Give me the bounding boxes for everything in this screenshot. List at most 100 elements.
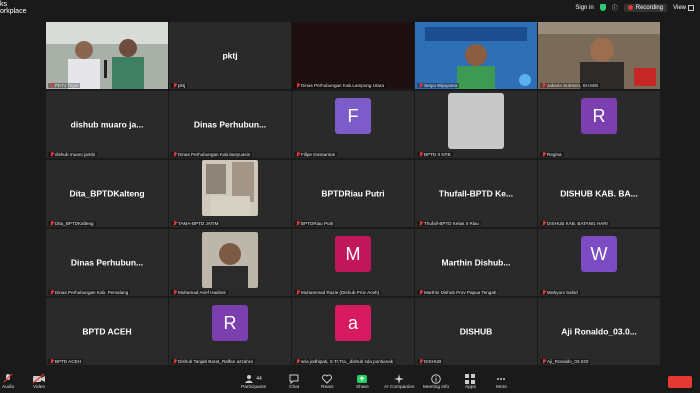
participant-name-label: DISHUB KAB. BATANG HARI xyxy=(540,221,610,226)
participant-tile[interactable]: BPTDRiau Putri BPTDRiau Putri xyxy=(292,160,414,227)
participant-tile[interactable]: F Filipe Dossantos xyxy=(292,91,414,158)
apps-button[interactable]: Apps xyxy=(465,373,476,390)
participant-name-label: PKTJ Tegal xyxy=(48,83,81,88)
participant-tile[interactable]: DISHUB DISHUB xyxy=(415,298,537,365)
participant-display-name: DISHUB xyxy=(459,326,493,336)
participant-label-text: DISHUB KAB. BATANG HARI xyxy=(547,221,608,226)
participant-tile[interactable]: a aria jodhipati, S.Tr.Tra._dishub sda po… xyxy=(292,298,414,365)
avatar: R xyxy=(581,98,617,134)
participant-tile[interactable]: R Dishub Tanjab Barat_Raffan azzahra xyxy=(169,298,291,365)
participant-label-text: Jakaria Sutrisno, SH.MSi xyxy=(547,83,599,88)
participant-tile[interactable]: pktj pktj xyxy=(169,22,291,89)
meeting-info-button[interactable]: Meeting info xyxy=(423,373,449,390)
participant-display-name: Dinas Perhubun... xyxy=(193,119,267,129)
participant-tile[interactable]: W Wahyuni Sahid xyxy=(538,229,660,296)
participant-name-label: Thufall-BPTD Kelas II Riau xyxy=(417,221,481,226)
participant-tile[interactable]: Setya Wijayanta xyxy=(415,22,537,89)
participants-count: 44 xyxy=(256,375,262,382)
mic-muted-icon xyxy=(173,152,177,157)
participant-tile[interactable]: Dinas Perhubun... Dinas Perhubungan Kab. … xyxy=(46,229,168,296)
info-circle-icon xyxy=(431,373,441,384)
participant-tile[interactable]: DISHUB KAB. BA... DISHUB KAB. BATANG HARI xyxy=(538,160,660,227)
participant-label-text: dishub muaro jambi xyxy=(55,152,96,157)
participant-display-name: Aji Ronaldo_03.0... xyxy=(561,326,637,336)
more-label: More xyxy=(496,385,507,390)
avatar: a xyxy=(335,305,371,341)
participant-name-label: BPTD ACEH xyxy=(48,359,84,364)
participant-tile[interactable]: R Regina xyxy=(538,91,660,158)
participant-name-label: DISHUB xyxy=(417,359,444,364)
chat-button[interactable]: Chat xyxy=(289,373,299,390)
participant-name-label: pktj xyxy=(171,83,188,88)
participant-name-label: Jakaria Sutrisno, SH.MSi xyxy=(540,83,601,88)
audio-label: Audio xyxy=(2,385,15,390)
participant-name-label: Setya Wijayanta xyxy=(417,83,460,88)
participants-label: Participants xyxy=(241,385,267,390)
view-button[interactable]: View xyxy=(673,4,694,11)
video-feed xyxy=(202,160,258,216)
video-label: Video xyxy=(32,385,46,390)
participant-tile[interactable]: Marthin Dishub... Marthin Dishub Prov Pap… xyxy=(415,229,537,296)
participant-name-label: Dinas Perhubungan Kab.Lampung Utara xyxy=(294,83,386,88)
participant-label-text: Dinas Perhubungan Kab.Lampung Utara xyxy=(301,83,384,88)
sparkle-icon xyxy=(394,373,405,384)
mic-muted-icon xyxy=(542,152,546,157)
participant-tile[interactable]: BPTD II NTB xyxy=(415,91,537,158)
more-button[interactable]: More xyxy=(496,373,507,390)
video-feed xyxy=(202,232,258,288)
mic-muted-icon xyxy=(542,290,546,295)
end-meeting-button[interactable] xyxy=(668,376,692,388)
participant-label-text: PKTJ Tegal xyxy=(55,83,79,88)
participant-tile[interactable]: Muhamad Arief Hadimir xyxy=(169,229,291,296)
mic-muted-icon xyxy=(542,359,546,364)
participants-icon: 44 xyxy=(245,373,262,384)
participant-name-label: Muhamad Arief Hadimir xyxy=(171,290,228,295)
signin-link[interactable]: Sign in xyxy=(575,5,593,11)
blank-avatar xyxy=(448,93,504,149)
participant-tile[interactable]: PKTJ Tegal xyxy=(46,22,168,89)
meeting-info-label: Meeting info xyxy=(423,385,450,390)
participant-name-label: Dishub Tanjab Barat_Raffan azzahra xyxy=(171,359,255,364)
participant-name-label: dishub muaro jambi xyxy=(48,152,98,157)
audio-button[interactable]: Audio xyxy=(2,373,14,390)
participant-tile[interactable]: Dinas Perhubun... Dinas Perhubungan Kab.b… xyxy=(169,91,291,158)
participant-tile[interactable]: Jakaria Sutrisno, SH.MSi xyxy=(538,22,660,89)
participant-display-name: DISHUB KAB. BA... xyxy=(560,188,638,198)
participant-label-text: BPTD II NTB xyxy=(424,152,451,157)
info-icon[interactable]: ⓘ xyxy=(612,3,618,12)
participants-button[interactable]: 44 Participants xyxy=(241,373,266,390)
mic-muted-icon xyxy=(2,373,14,384)
participant-display-name: dishub muaro ja... xyxy=(70,119,144,129)
participant-tile[interactable]: Dinas Perhubungan Kab.Lampung Utara xyxy=(292,22,414,89)
participant-tile[interactable]: Thufall-BPTD Ke... Thufall-BPTD Kelas II … xyxy=(415,160,537,227)
recording-indicator[interactable]: Recording xyxy=(623,3,668,12)
participant-label-text: Dinas Perhubungan Kab. Pemalang xyxy=(55,290,129,295)
participant-display-name: Dinas Perhubun... xyxy=(70,257,144,267)
participant-tile[interactable]: Dita_BPTDKalteng Dita_BPTDKalteng xyxy=(46,160,168,227)
mic-muted-icon xyxy=(173,290,177,295)
participant-name-label: Aji_Ronaldo_03.040 xyxy=(540,359,591,364)
participant-tile[interactable]: dishub muaro ja... dishub muaro jambi xyxy=(46,91,168,158)
ai-companion-button[interactable]: AI Companion xyxy=(384,373,414,390)
shield-icon[interactable] xyxy=(599,4,606,11)
meeting-toolbar: Audio Video 44 Participants Chat React S… xyxy=(0,371,700,393)
avatar: F xyxy=(335,98,371,134)
mic-muted-icon xyxy=(173,221,177,226)
video-button[interactable]: Video xyxy=(32,373,46,390)
react-button[interactable]: React xyxy=(321,373,334,390)
video-feed xyxy=(46,22,168,89)
participant-grid: PKTJ Tegal pktj pktj Dinas Perhubungan Kab.… xyxy=(46,22,660,368)
participant-label-text: DISHUB xyxy=(424,359,442,364)
participant-tile[interactable]: TAMA-BPTD JATIM xyxy=(169,160,291,227)
view-label: View xyxy=(673,4,686,11)
participant-label-text: pktj xyxy=(178,83,186,88)
participant-tile[interactable]: M Muhammad Razie (Dishub Prov Aceh) xyxy=(292,229,414,296)
mic-muted-icon xyxy=(419,290,423,295)
participant-label-text: TAMA-BPTD JATIM xyxy=(178,221,219,226)
share-button[interactable]: Share xyxy=(356,373,369,390)
participant-tile[interactable]: Aji Ronaldo_03.0... Aji_Ronaldo_03.040 xyxy=(538,298,660,365)
participant-display-name: BPTD ACEH xyxy=(82,326,132,336)
participant-tile[interactable]: BPTD ACEH BPTD ACEH xyxy=(46,298,168,365)
more-dots-icon xyxy=(496,373,506,384)
mic-muted-icon xyxy=(419,83,423,88)
